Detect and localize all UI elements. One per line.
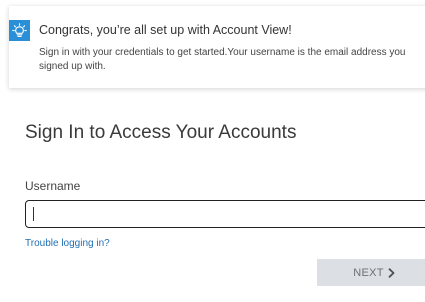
text-caret: [33, 207, 34, 221]
chevron-right-icon: [387, 267, 396, 278]
username-label: Username: [25, 179, 81, 193]
lightbulb-icon: [9, 20, 30, 41]
notice-title: Congrats, you’re all set up with Account…: [39, 23, 292, 37]
next-button[interactable]: NEXT: [317, 259, 425, 286]
page-title: Sign In to Access Your Accounts: [25, 122, 297, 143]
setup-notice-banner: Congrats, you’re all set up with Account…: [9, 6, 425, 88]
username-input[interactable]: [25, 200, 425, 228]
next-button-label: NEXT: [353, 266, 384, 279]
sign-in-page: Congrats, you’re all set up with Account…: [0, 0, 425, 302]
notice-body: Sign in with your credentials to get sta…: [39, 47, 406, 72]
trouble-logging-in-link[interactable]: Trouble logging in?: [25, 238, 110, 249]
